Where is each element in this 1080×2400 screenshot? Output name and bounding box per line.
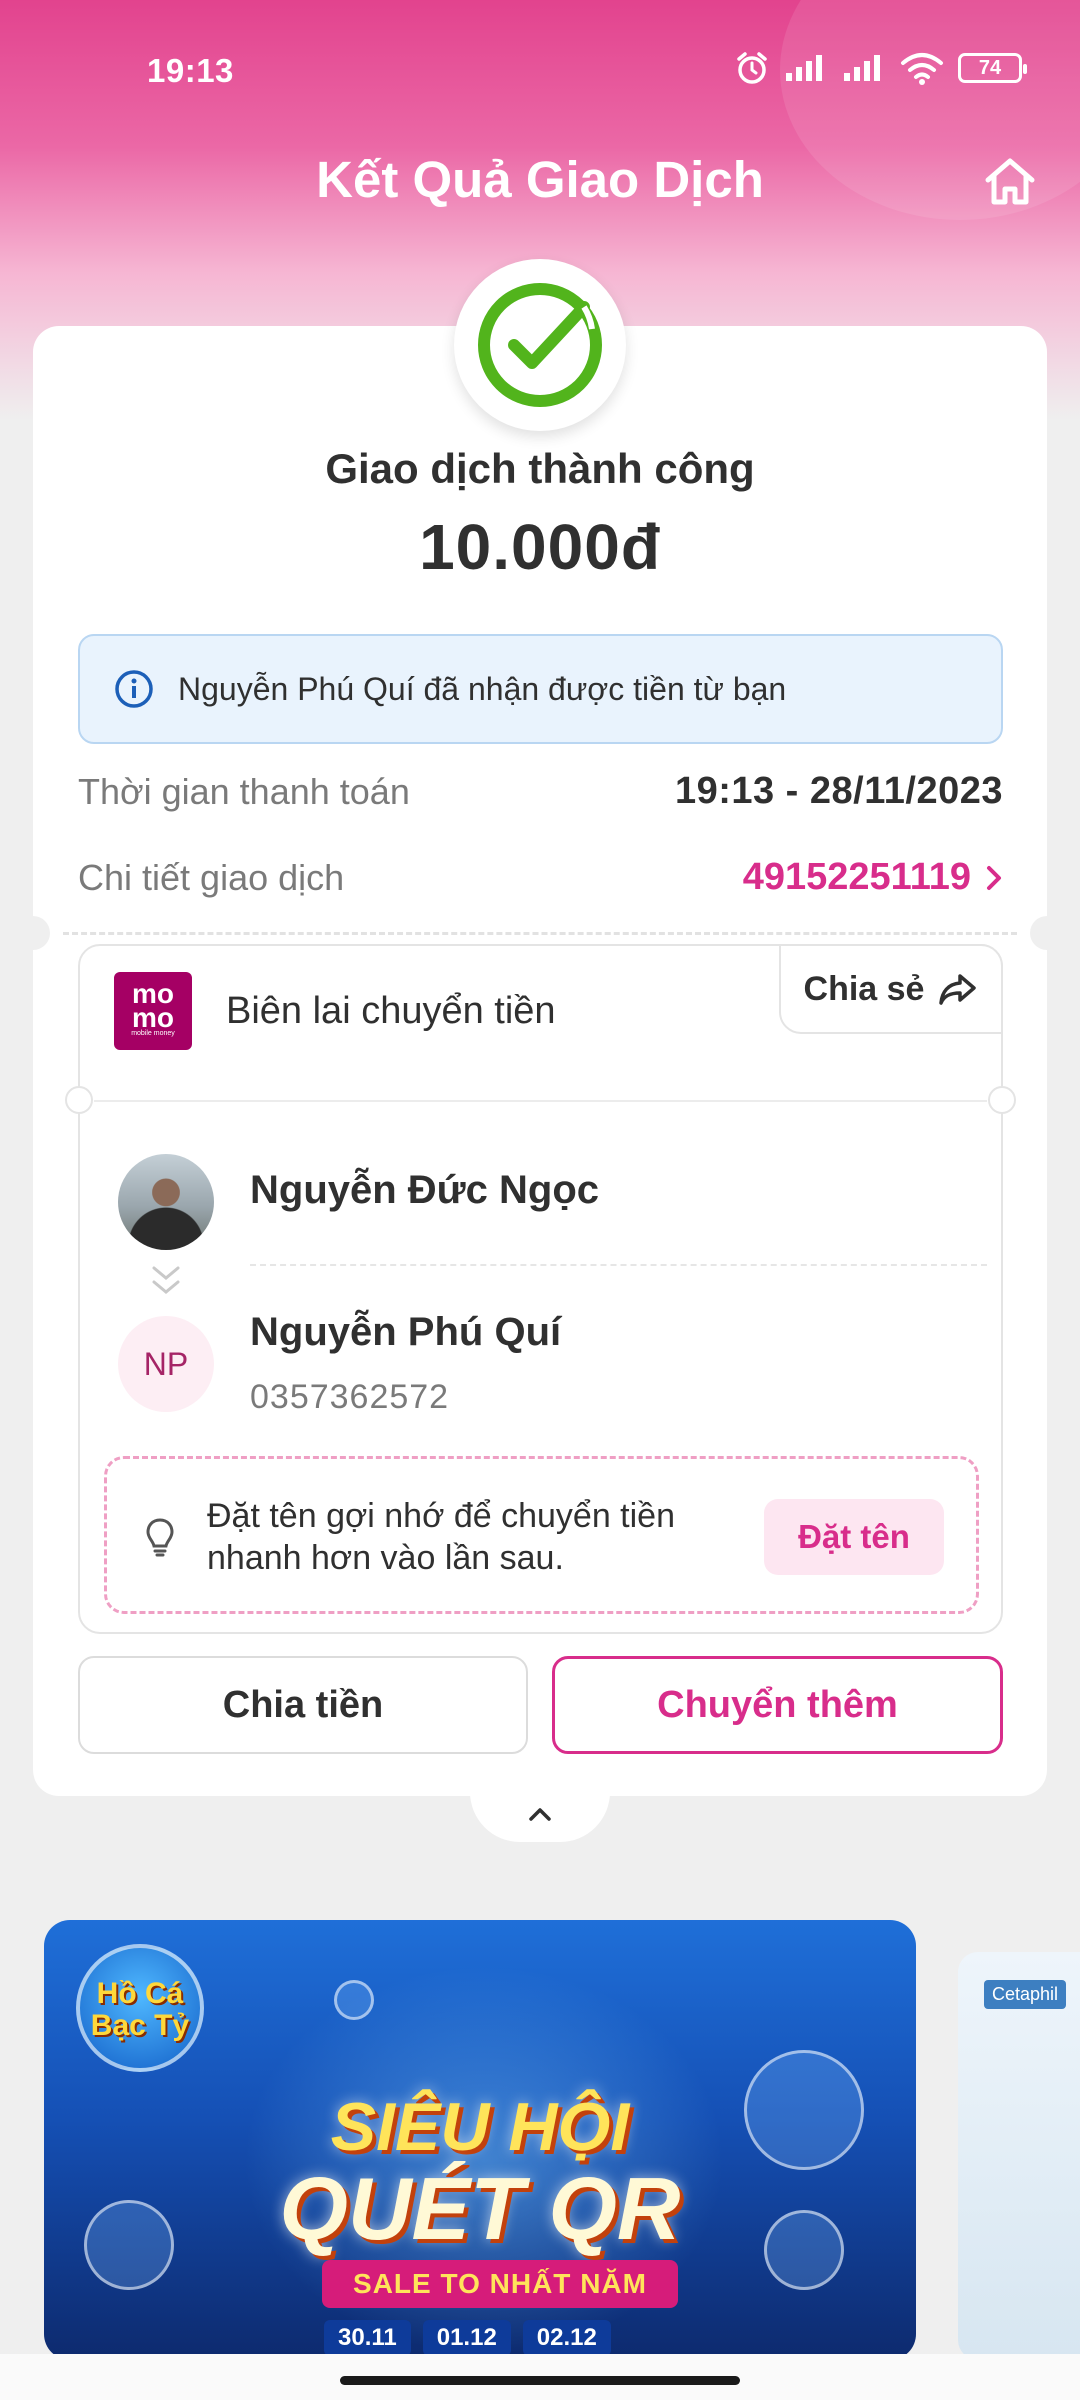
momo-logo-text: mo mo — [132, 978, 174, 1033]
status-icons: 74 — [734, 50, 1027, 86]
set-nickname-button[interactable]: Đặt tên — [764, 1499, 944, 1575]
signal-icon — [786, 55, 822, 81]
receipt-notch — [65, 1086, 93, 1114]
payment-time-value: 19:13 - 28/11/2023 — [674, 770, 1003, 812]
receiver-name: Nguyễn Phú Quí — [250, 1310, 562, 1354]
banner-date: 30.11 — [324, 2320, 411, 2356]
transaction-detail-label: Chi tiết giao dịch — [78, 856, 345, 898]
chevron-down-icon — [152, 1266, 180, 1294]
success-badge — [454, 259, 626, 431]
sender-name: Nguyễn Đức Ngọc — [250, 1168, 600, 1212]
transfer-receipt: mo mo mobile money Biên lai chuyển tiền … — [65, 944, 1016, 1634]
banner-ribbon: SALE TO NHẤT NĂM — [322, 2260, 678, 2308]
status-bar: 19:13 74 — [0, 0, 1080, 140]
transaction-detail-row[interactable]: Chi tiết giao dịch 49152251119 — [78, 856, 1003, 899]
payment-time-row: Thời gian thanh toán 19:13 - 28/11/2023 — [78, 770, 1003, 813]
info-icon — [115, 670, 153, 708]
cetaphil-logo: Cetaphil — [984, 1980, 1067, 2009]
banner-date: 02.12 — [522, 2320, 611, 2356]
lightbulb-icon — [146, 1518, 174, 1557]
home-indicator[interactable] — [340, 2376, 740, 2385]
home-icon[interactable] — [980, 152, 1040, 212]
card-notch — [1030, 916, 1064, 950]
battery-icon: 74 — [958, 53, 1027, 83]
nickname-hint: Đặt tên gợi nhớ để chuyển tiền nhanh hơn… — [104, 1456, 979, 1614]
transfer-more-button[interactable]: Chuyển thêm — [552, 1656, 1003, 1754]
alarm-icon — [737, 52, 767, 84]
chevron-right-icon — [987, 865, 1001, 890]
banner-title-line1: SIÊU HỘI — [330, 2089, 630, 2165]
party-divider — [250, 1264, 987, 1266]
success-check-icon — [478, 283, 602, 407]
card-notch — [16, 916, 50, 950]
bubble-decoration — [334, 1980, 374, 2020]
momo-logo-sub: mobile money — [131, 1030, 175, 1037]
receiver-phone: 0357362572 — [250, 1378, 450, 1416]
wifi-icon — [901, 53, 943, 85]
share-arrow-icon — [939, 974, 977, 1005]
card-divider — [63, 932, 1017, 935]
chevron-up-icon — [529, 1808, 551, 1821]
status-time: 19:13 — [147, 52, 234, 89]
share-label: Chia sẻ — [803, 969, 925, 1008]
split-money-button[interactable]: Chia tiền — [78, 1656, 528, 1754]
promo-banner-secondary[interactable]: Cetaphil — [958, 1952, 1080, 2360]
transaction-amount: 10.000đ — [419, 511, 661, 583]
battery-level: 74 — [978, 56, 1002, 79]
game-badge-logo: Hồ Cá Bạc Tỷ — [76, 1944, 204, 2072]
receipt-divider — [94, 1100, 987, 1102]
receipt-notch — [988, 1086, 1016, 1114]
promo-banner[interactable]: Hồ Cá Bạc Tỷ SIÊU HỘI QUÉT QR SALE TO NH… — [44, 1920, 916, 2360]
info-banner: Nguyễn Phú Quí đã nhận được tiền từ bạn — [78, 634, 1003, 744]
payment-time-label: Thời gian thanh toán — [78, 770, 410, 812]
info-message: Nguyễn Phú Quí đã nhận được tiền từ bạn — [178, 670, 787, 707]
sender-avatar — [118, 1154, 214, 1250]
momo-logo: mo mo mobile money — [114, 972, 192, 1050]
banner-dates: 30.11 01.12 02.12 — [324, 2320, 611, 2356]
receipt-title: Biên lai chuyển tiền — [226, 990, 556, 1032]
nickname-hint-text: Đặt tên gợi nhớ để chuyển tiền nhanh hơn… — [207, 1497, 675, 1577]
collapse-toggle[interactable] — [470, 1786, 610, 1842]
share-button[interactable]: Chia sẻ — [779, 944, 1003, 1034]
signal-icon — [844, 55, 880, 81]
banner-title-line2: QUÉT QR — [279, 2159, 681, 2258]
banner-date: 01.12 — [422, 2320, 511, 2356]
receiver-avatar: NP — [118, 1316, 214, 1412]
transaction-id-link[interactable]: 49152251119 — [743, 856, 1003, 899]
transaction-id: 49152251119 — [742, 856, 971, 898]
transaction-status: Giao dịch thành công — [325, 445, 755, 492]
page-title: Kết Quả Giao Dịch — [316, 151, 764, 208]
